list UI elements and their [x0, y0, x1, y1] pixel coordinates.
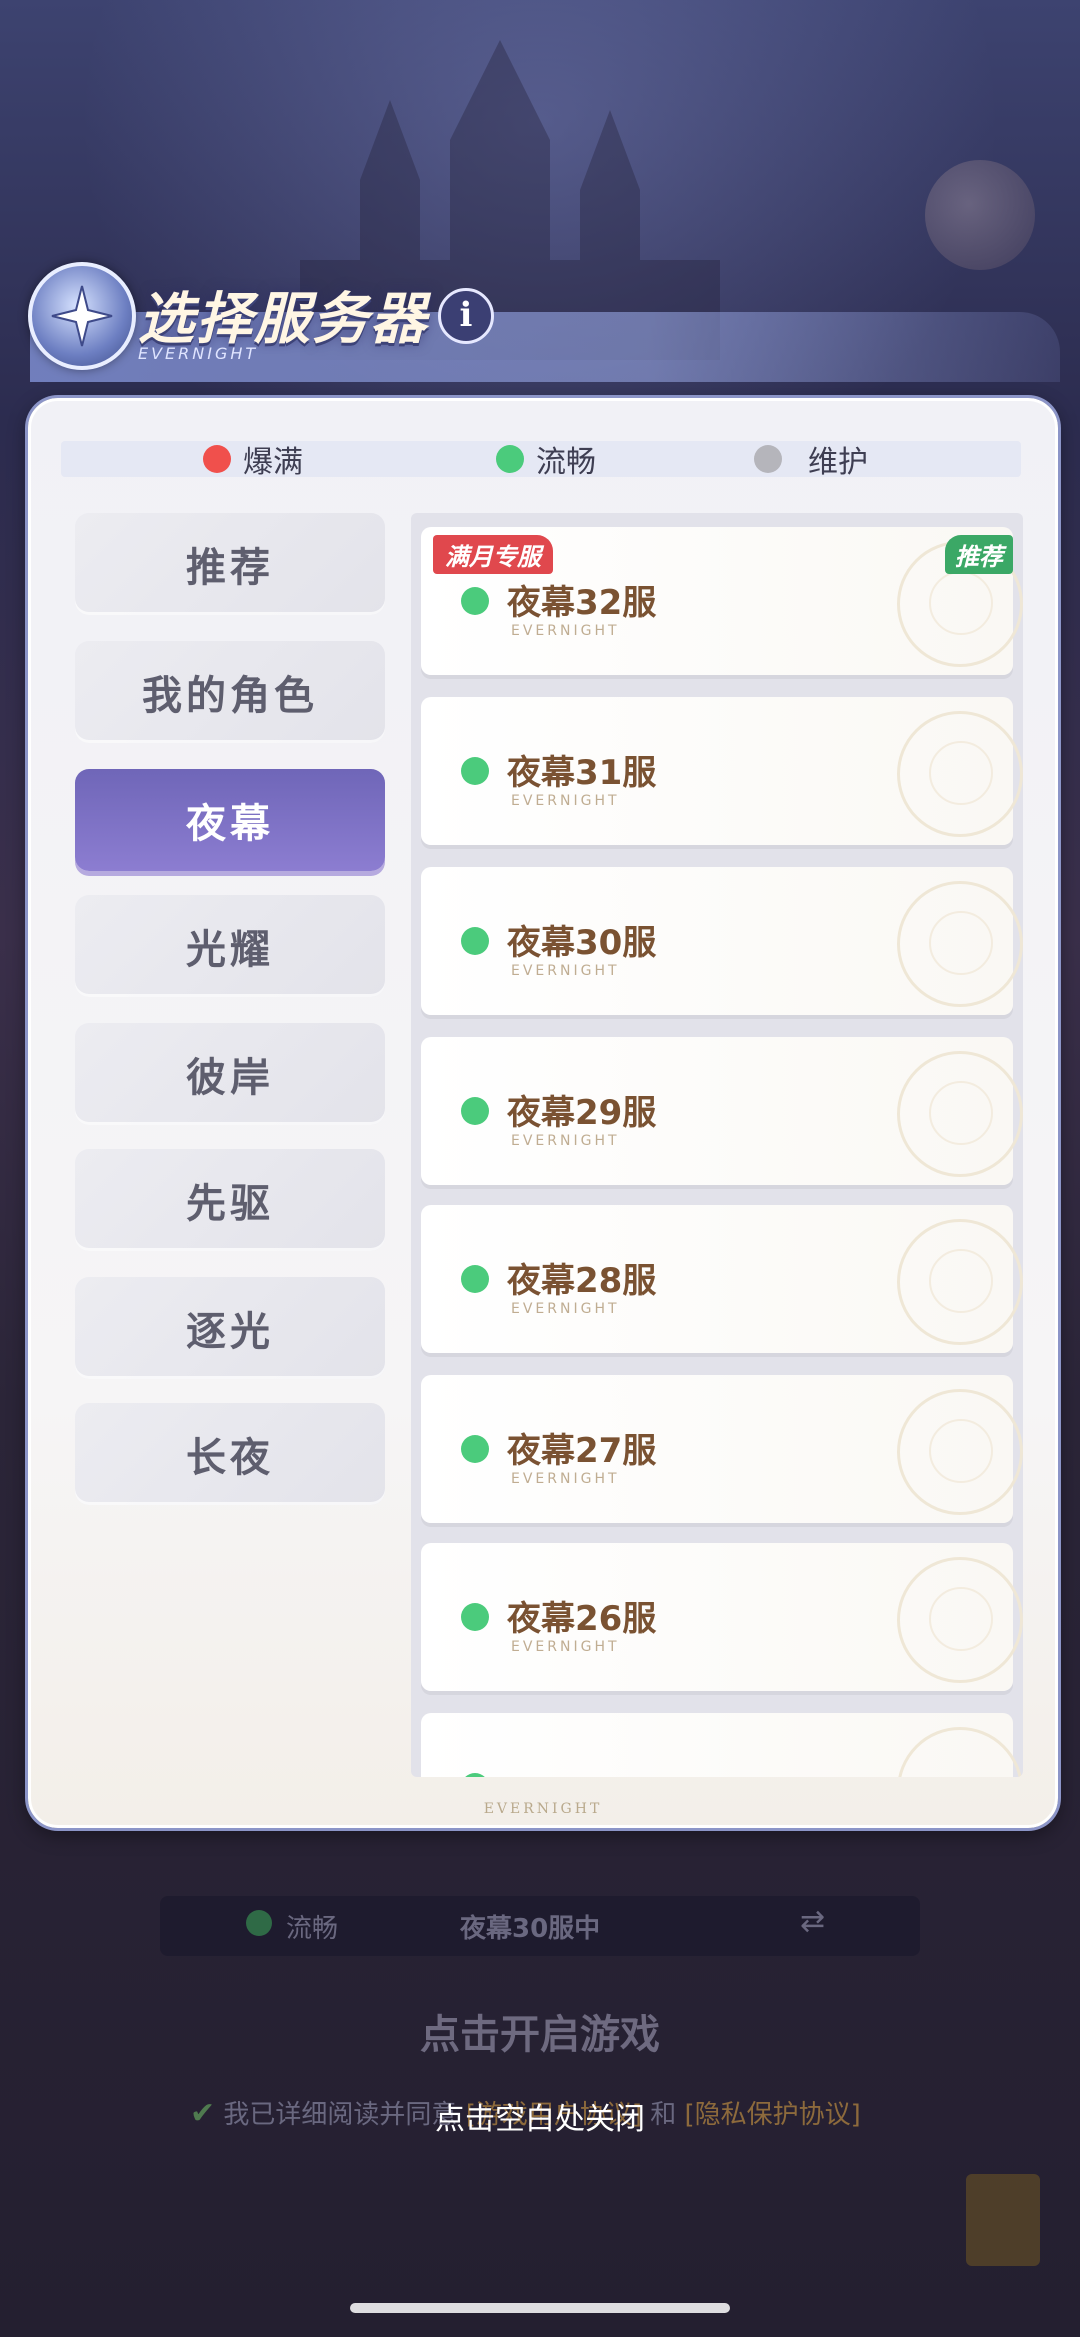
card-ornament [929, 1587, 993, 1651]
tab-evernight[interactable]: 夜幕 [75, 769, 385, 871]
tab-my-characters[interactable]: 我的角色 [75, 641, 385, 743]
legend-smooth: 流畅 [496, 441, 596, 480]
game-logo [28, 262, 136, 370]
server-subtitle: EVERNIGHT [511, 1301, 620, 1317]
server-subtitle: EVERNIGHT [511, 793, 620, 809]
home-indicator[interactable] [350, 2303, 730, 2313]
start-game-prompt: 点击开启游戏 [420, 2011, 660, 2058]
tab-long-night[interactable]: 长夜 [75, 1403, 385, 1505]
tap-blank-to-close-hint[interactable]: 点击空白处关闭 [0, 2094, 1080, 2138]
server-card-31[interactable]: 夜幕31服 EVERNIGHT [421, 697, 1023, 845]
red-status-dot-icon [203, 445, 231, 473]
card-ornament [929, 571, 993, 635]
star-compass-icon [51, 285, 113, 347]
current-status-label: 流畅 [286, 1914, 339, 1944]
green-status-dot-icon [496, 445, 524, 473]
gray-status-dot-icon [754, 445, 782, 473]
server-name: 夜幕29服 [507, 1093, 657, 1133]
server-card-29[interactable]: 夜幕29服 EVERNIGHT [421, 1037, 1023, 1185]
server-select-header: 选择服务器 i EVERNIGHT [20, 262, 1060, 392]
server-name: 夜幕27服 [507, 1431, 657, 1471]
green-status-dot-icon [461, 1773, 489, 1777]
server-card-27[interactable]: 夜幕27服 EVERNIGHT [421, 1375, 1023, 1523]
tab-other-shore[interactable]: 彼岸 [75, 1023, 385, 1125]
card-ornament [929, 741, 993, 805]
server-card-26[interactable]: 夜幕26服 EVERNIGHT [421, 1543, 1023, 1691]
tab-recommended[interactable]: 推荐 [75, 513, 385, 615]
header-subtitle: EVERNIGHT [138, 344, 259, 363]
legend-label: 维护 [808, 445, 868, 480]
full-moon-tag: 满月专服 [433, 535, 553, 574]
page-title: 选择服务器 [138, 286, 428, 352]
server-subtitle: EVERNIGHT [511, 623, 620, 639]
server-subtitle: EVERNIGHT [511, 1471, 620, 1487]
tab-pioneer[interactable]: 先驱 [75, 1149, 385, 1251]
server-select-panel: 爆满 流畅 维护 推荐 我的角色 夜幕 光耀 彼岸 先驱 逐光 长夜 满月专服 … [28, 398, 1058, 1828]
server-card-32[interactable]: 满月专服 推荐 夜幕32服 EVERNIGHT [421, 527, 1023, 675]
background-login-ui: 流畅 夜幕30服中 ⇄ 点击开启游戏 ✔ 我已详细阅读并同意 [游戏用户协议] … [0, 1840, 1080, 2337]
tab-radiance[interactable]: 光耀 [75, 895, 385, 997]
legend-maintenance: 维护 [754, 441, 868, 480]
server-name: 夜幕30服 [507, 923, 657, 963]
server-name: 夜幕28服 [507, 1261, 657, 1301]
current-server-bar: 流畅 夜幕30服中 ⇄ [160, 1896, 920, 1956]
server-name: 夜幕31服 [507, 753, 657, 793]
card-ornament [929, 1081, 993, 1145]
age-rating-badge [966, 2174, 1040, 2266]
card-ornament [929, 911, 993, 975]
tab-chasing-light[interactable]: 逐光 [75, 1277, 385, 1379]
server-subtitle: EVERNIGHT [511, 963, 620, 979]
server-subtitle: EVERNIGHT [511, 1133, 620, 1149]
card-ornament [897, 1727, 1023, 1777]
server-name: 夜幕26服 [507, 1599, 657, 1639]
green-status-dot-icon [246, 1910, 272, 1936]
info-button[interactable]: i [438, 288, 494, 344]
green-status-dot-icon [461, 927, 489, 955]
green-status-dot-icon [461, 1265, 489, 1293]
card-ornament [929, 1419, 993, 1483]
swap-icon: ⇄ [800, 1904, 826, 1939]
server-card-30[interactable]: 夜幕30服 EVERNIGHT [421, 867, 1023, 1015]
card-ornament [929, 1249, 993, 1313]
legend-label: 流畅 [536, 445, 596, 480]
green-status-dot-icon [461, 757, 489, 785]
legend-label: 爆满 [243, 445, 303, 480]
panel-footer-mark: EVERNIGHT [483, 1801, 603, 1817]
server-list[interactable]: 满月专服 推荐 夜幕32服 EVERNIGHT 夜幕31服 EVERNIGHT … [411, 513, 1023, 1777]
server-card-partial[interactable] [421, 1713, 1023, 1777]
server-subtitle: EVERNIGHT [511, 1639, 620, 1655]
green-status-dot-icon [461, 1435, 489, 1463]
recommended-tag: 推荐 [945, 535, 1013, 574]
server-card-28[interactable]: 夜幕28服 EVERNIGHT [421, 1205, 1023, 1353]
green-status-dot-icon [461, 1603, 489, 1631]
current-server-name: 夜幕30服中 [460, 1914, 601, 1944]
green-status-dot-icon [461, 1097, 489, 1125]
status-legend: 爆满 流畅 维护 [61, 441, 1021, 480]
legend-full: 爆满 [203, 441, 303, 480]
server-name: 夜幕32服 [507, 583, 657, 623]
hot-air-balloon [925, 160, 1035, 270]
green-status-dot-icon [461, 587, 489, 615]
